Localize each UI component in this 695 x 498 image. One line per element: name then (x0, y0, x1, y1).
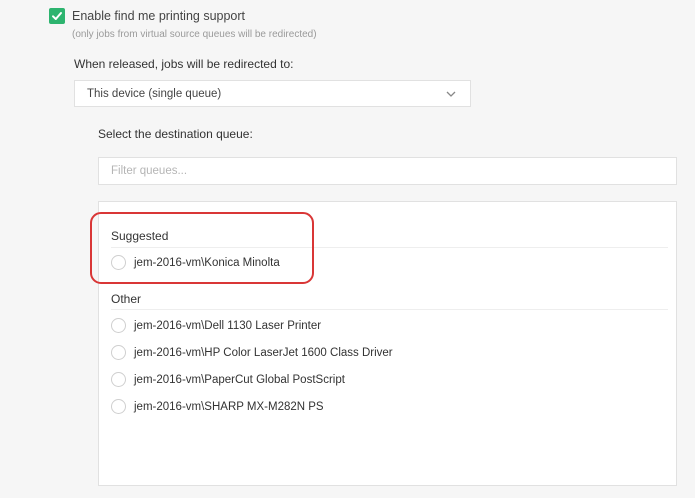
queue-item-label: jem-2016-vm\PaperCut Global PostScript (134, 373, 345, 386)
group-heading-other: Other (111, 292, 142, 306)
radio-button[interactable] (111, 345, 126, 360)
queue-item-label: jem-2016-vm\HP Color LaserJet 1600 Class… (134, 346, 393, 359)
queue-item-hp-color-laserjet[interactable]: jem-2016-vm\HP Color LaserJet 1600 Class… (111, 345, 393, 360)
redirect-label: When released, jobs will be redirected t… (74, 57, 294, 71)
queue-item-sharp-mx-m282n[interactable]: jem-2016-vm\SHARP MX-M282N PS (111, 399, 324, 414)
queue-list: Suggested jem-2016-vm\Konica Minolta Oth… (98, 201, 677, 486)
checkmark-icon (52, 12, 62, 20)
redirect-selected-value: This device (single queue) (87, 87, 222, 100)
radio-button[interactable] (111, 399, 126, 414)
divider (111, 309, 668, 310)
queue-item-label: jem-2016-vm\SHARP MX-M282N PS (134, 400, 324, 413)
filter-queues-input[interactable] (98, 157, 677, 185)
destination-label: Select the destination queue: (98, 127, 253, 141)
queue-item-label: jem-2016-vm\Dell 1130 Laser Printer (134, 319, 322, 332)
find-me-label: Enable find me printing support (72, 9, 246, 23)
queue-item-konica-minolta[interactable]: jem-2016-vm\Konica Minolta (111, 255, 280, 270)
group-heading-suggested: Suggested (111, 229, 169, 243)
chevron-down-icon (446, 91, 456, 97)
radio-button[interactable] (111, 318, 126, 333)
queue-item-papercut-global-postscript[interactable]: jem-2016-vm\PaperCut Global PostScript (111, 372, 345, 387)
find-me-hint: (only jobs from virtual source queues wi… (72, 29, 317, 40)
redirect-select[interactable]: This device (single queue) (74, 80, 471, 107)
radio-button[interactable] (111, 372, 126, 387)
radio-button[interactable] (111, 255, 126, 270)
divider (111, 247, 668, 248)
find-me-checkbox[interactable] (49, 8, 65, 24)
queue-item-dell-1130[interactable]: jem-2016-vm\Dell 1130 Laser Printer (111, 318, 321, 333)
queue-item-label: jem-2016-vm\Konica Minolta (134, 256, 280, 269)
